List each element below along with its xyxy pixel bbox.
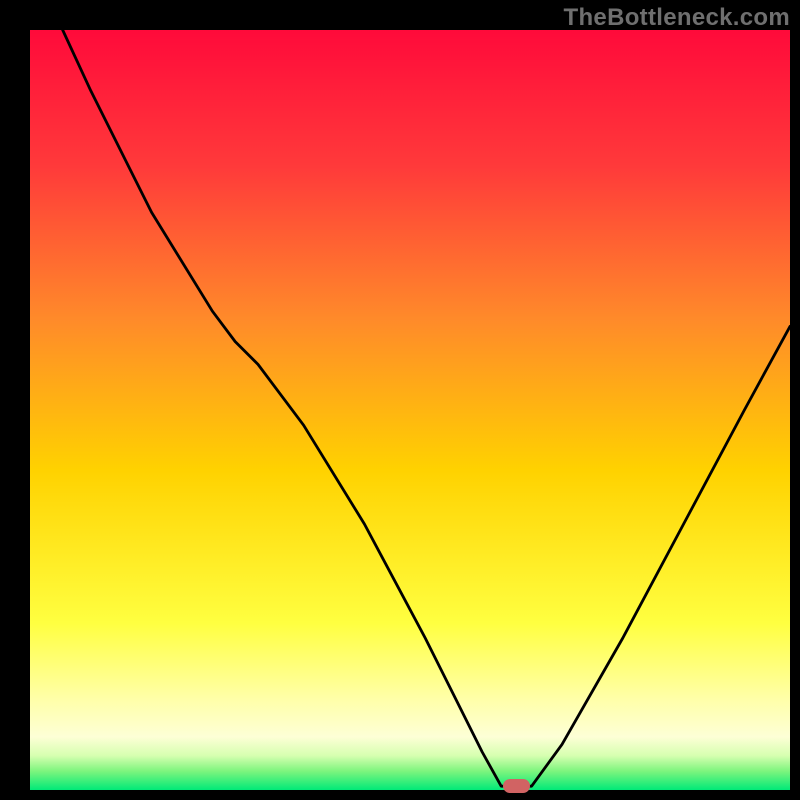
frame-bottom: [0, 790, 800, 800]
frame-left: [0, 0, 30, 800]
frame-right: [790, 0, 800, 800]
minimum-marker: [503, 779, 530, 793]
watermark-text: TheBottleneck.com: [564, 4, 790, 32]
chart-frame: TheBottleneck.com: [0, 0, 800, 800]
bottleneck-chart: [0, 0, 800, 800]
gradient-background: [30, 30, 790, 790]
